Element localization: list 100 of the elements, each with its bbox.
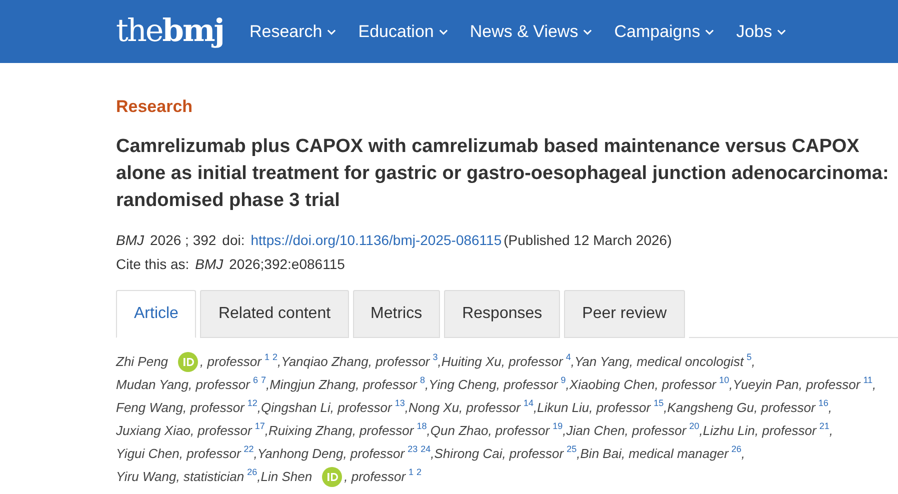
author-separator: , xyxy=(664,399,668,417)
affiliation-link[interactable]: 16 xyxy=(818,396,828,410)
author-separator: , xyxy=(576,445,580,463)
author-separator: , xyxy=(752,353,756,371)
author-name[interactable]: Yan Yang, medical oncologist xyxy=(574,350,744,373)
author-name[interactable]: Shirong Cai, professor xyxy=(434,442,564,465)
affiliation-link[interactable]: 2 xyxy=(272,350,278,364)
affiliation-link[interactable]: 13 xyxy=(394,396,405,410)
citation-reference: 2026;392:e086115 xyxy=(229,255,345,274)
orcid-icon[interactable] xyxy=(322,466,342,486)
author-name[interactable]: Yiru Wang, statistician xyxy=(116,465,244,488)
article-tab[interactable]: Related content xyxy=(200,290,349,338)
author-separator: , xyxy=(829,422,833,440)
affiliation-link[interactable]: 26 xyxy=(731,442,742,456)
affiliation-link[interactable]: 11 xyxy=(863,373,873,387)
affiliation-link[interactable]: 18 xyxy=(416,419,427,433)
affiliation-link[interactable]: 23 xyxy=(408,442,418,456)
cite-label: Cite this as: xyxy=(116,255,190,274)
affiliation-link[interactable]: 24 xyxy=(420,442,431,456)
author-name[interactable]: Bin Bai, medical manager xyxy=(580,442,728,465)
author-name[interactable]: Ying Cheng, professor xyxy=(428,373,558,396)
author-name[interactable]: Yanhong Deng, professor xyxy=(257,442,405,465)
author-name[interactable]: Yanqiao Zhang, professor xyxy=(281,350,430,373)
affiliation-link[interactable]: 5 xyxy=(746,350,752,364)
author-separator: , xyxy=(729,376,733,394)
chevron-down-icon xyxy=(705,28,714,34)
author-separator: , xyxy=(430,445,434,463)
nav-menu-item[interactable]: Research xyxy=(249,22,336,42)
author-separator: , xyxy=(257,468,261,486)
published-date: (Published 12 March 2026) xyxy=(504,231,672,250)
chevron-down-icon xyxy=(583,28,592,34)
affiliation-link[interactable]: 22 xyxy=(244,442,254,456)
nav-menu-item[interactable]: Jobs xyxy=(736,22,786,42)
affiliation-link[interactable]: 10 xyxy=(719,373,730,387)
affiliation-link[interactable]: 1 xyxy=(264,350,270,364)
journal-name: BMJ xyxy=(116,231,144,250)
affiliation-link[interactable]: 7 xyxy=(260,373,266,387)
author-separator: , xyxy=(426,422,430,440)
affiliation-link[interactable]: 20 xyxy=(689,419,700,433)
author-name[interactable]: Mudan Yang, professor xyxy=(116,373,250,396)
author-name[interactable]: Huiting Xu, professor xyxy=(441,350,563,373)
author-separator: , xyxy=(699,422,703,440)
author-separator: , xyxy=(254,445,258,463)
article-title: Camrelizumab plus CAPOX with camrelizumab based maintenance versus CAPOX alone as initial treatment for gastric or gastro-oesophageal junction adenocarcinoma: randomised phase 3 trial xyxy=(116,135,890,213)
affiliation-link[interactable]: 1 xyxy=(408,465,414,479)
orcid-icon[interactable] xyxy=(178,352,198,372)
article-tab[interactable]: Responses xyxy=(444,290,560,338)
affiliation-link[interactable]: 4 xyxy=(566,350,571,364)
author-name[interactable]: Xiaobing Chen, professor xyxy=(569,373,716,396)
article-tab[interactable]: Metrics xyxy=(352,290,440,338)
author-role: , professor xyxy=(200,353,262,371)
affiliation-link[interactable]: 19 xyxy=(552,419,563,433)
chevron-down-icon xyxy=(327,28,336,34)
doi-label: doi: xyxy=(222,231,245,250)
author-name[interactable]: Lin Shen xyxy=(260,465,312,488)
author-separator: , xyxy=(425,376,429,394)
affiliation-link[interactable]: 6 xyxy=(252,373,258,387)
author-name[interactable]: Nong Xu, professor xyxy=(408,396,520,419)
site-logo[interactable]: thebmj xyxy=(116,16,224,47)
affiliation-link[interactable]: 17 xyxy=(254,419,265,433)
affiliation-link[interactable]: 8 xyxy=(420,373,426,387)
nav-menu-item[interactable]: Education xyxy=(358,22,448,42)
author-name[interactable]: Likun Liu, professor xyxy=(537,396,651,419)
author-name[interactable]: Kangsheng Gu, professor xyxy=(667,396,816,419)
affiliation-link[interactable]: 15 xyxy=(654,396,664,410)
affiliation-link[interactable]: 3 xyxy=(432,350,438,364)
author-name[interactable]: Feng Wang, professor xyxy=(116,396,244,419)
author-separator: , xyxy=(404,399,408,417)
author-name[interactable]: Ruixing Zhang, professor xyxy=(268,419,414,442)
author-separator: , xyxy=(278,353,282,371)
author-separator: , xyxy=(257,399,262,417)
affiliation-link[interactable]: 26 xyxy=(247,465,258,479)
article-tab[interactable]: Article xyxy=(116,290,196,338)
author-name[interactable]: Yigui Chen, professor xyxy=(116,442,241,465)
author-name[interactable]: Qingshan Li, professor xyxy=(261,396,392,419)
author-role: , professor xyxy=(344,468,406,486)
author-separator: , xyxy=(872,376,876,394)
author-separator: , xyxy=(438,353,442,371)
author-name[interactable]: Zhi Peng xyxy=(116,350,168,373)
affiliation-link[interactable]: 14 xyxy=(523,396,534,410)
affiliation-link[interactable]: 9 xyxy=(560,373,566,387)
affiliation-link[interactable]: 12 xyxy=(247,396,258,410)
nav-menu-item[interactable]: Campaigns xyxy=(614,22,714,42)
author-separator: , xyxy=(828,399,832,417)
volume-text: 2026 ; 392 xyxy=(150,231,216,250)
author-separator: , xyxy=(570,354,574,371)
nav-menu-item[interactable]: News & Views xyxy=(470,22,592,42)
author-name[interactable]: Jian Chen, professor xyxy=(566,419,686,442)
affiliation-link[interactable]: 2 xyxy=(416,465,422,479)
affiliation-link[interactable]: 25 xyxy=(566,442,577,456)
author-name[interactable]: Mingjun Zhang, professor xyxy=(270,373,418,396)
author-separator: , xyxy=(566,376,570,394)
author-name[interactable]: Yueyin Pan, professor xyxy=(732,373,860,396)
doi-link[interactable]: https://doi.org/10.1136/bmj-2025-086115 xyxy=(250,228,502,252)
author-separator: , xyxy=(264,422,268,440)
author-name[interactable]: Qun Zhao, professor xyxy=(430,419,550,442)
affiliation-link[interactable]: 21 xyxy=(819,419,830,433)
author-name[interactable]: Juxiang Xiao, professor xyxy=(116,419,252,442)
article-tab[interactable]: Peer review xyxy=(564,290,685,338)
author-name[interactable]: Lizhu Lin, professor xyxy=(702,419,816,442)
